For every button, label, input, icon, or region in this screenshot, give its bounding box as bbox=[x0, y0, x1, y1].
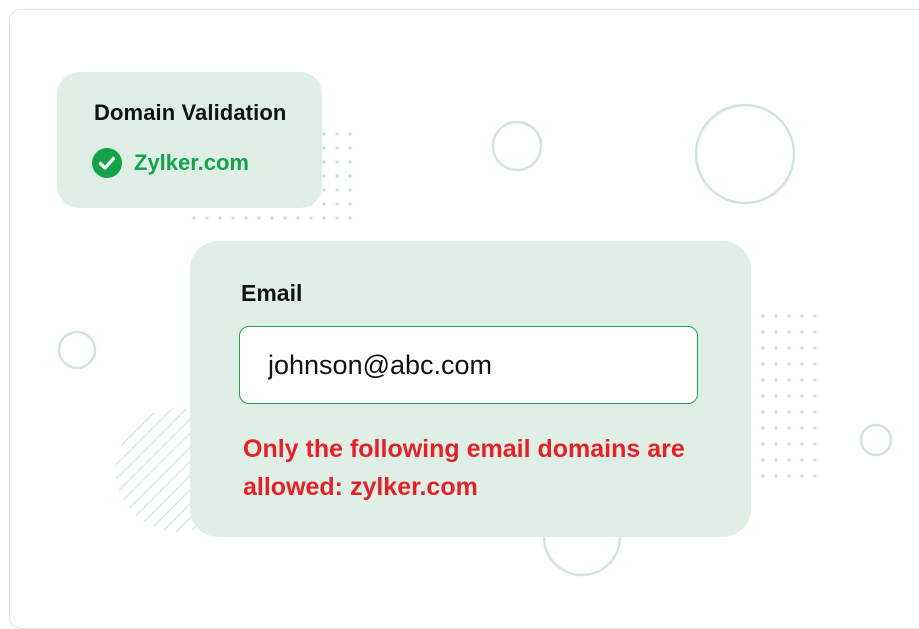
domain-validation-card: Domain Validation Zylker.com bbox=[57, 72, 322, 208]
email-input[interactable] bbox=[239, 326, 698, 404]
check-circle-icon bbox=[92, 148, 122, 178]
validated-domain: Zylker.com bbox=[134, 150, 249, 175]
outline-circle bbox=[694, 103, 796, 205]
validated-domain-row: Zylker.com bbox=[92, 148, 249, 178]
email-label: Email bbox=[241, 280, 303, 306]
domain-validation-title: Domain Validation bbox=[94, 100, 287, 125]
outline-circle bbox=[57, 330, 97, 370]
email-error-message: Only the following email domains are all… bbox=[243, 435, 685, 501]
email-form-card: Email Only the following email domains a… bbox=[190, 241, 751, 537]
outline-circle bbox=[859, 423, 893, 457]
outline-circle bbox=[491, 120, 543, 172]
dot-grid bbox=[761, 314, 819, 482]
